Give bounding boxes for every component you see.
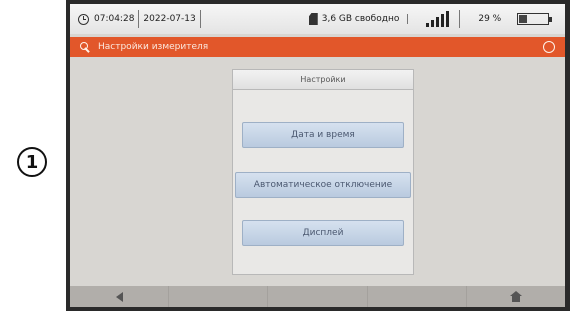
auto-off-button[interactable]: Автоматическое отключение: [235, 172, 411, 198]
battery-level-fill: [519, 15, 528, 23]
page-title: Настройки измерителя: [98, 42, 209, 52]
signal-bar: [426, 23, 430, 27]
signal-icon: [426, 11, 450, 27]
battery-icon: [517, 13, 553, 25]
status-bar: 07:04:28 2022-07-13 3,6 GB свободно 29 %: [70, 4, 565, 34]
status-divider: [199, 10, 201, 28]
status-divider: [138, 10, 140, 28]
signal-bar: [446, 11, 450, 27]
toolbar-slot: [169, 286, 269, 307]
date-time-button[interactable]: Дата и время: [242, 122, 404, 148]
device-screen: 07:04:28 2022-07-13 3,6 GB свободно 29 %…: [70, 4, 565, 307]
status-memory: 3,6 GB свободно: [322, 14, 409, 24]
info-icon[interactable]: [543, 41, 555, 53]
toolbar-slot: [268, 286, 368, 307]
callout-number: 1: [17, 147, 47, 177]
settings-panel: Настройки Дата и время Автоматическое от…: [232, 69, 414, 275]
status-divider: [459, 10, 461, 28]
display-button[interactable]: Дисплей: [242, 220, 404, 246]
title-bar: Настройки измерителя: [70, 37, 565, 57]
battery-percent: 29 %: [478, 14, 502, 24]
signal-bar: [431, 20, 435, 27]
key-icon: [80, 42, 90, 52]
status-time: 07:04:28: [94, 14, 135, 24]
home-button[interactable]: [467, 286, 565, 307]
back-arrow-icon: [115, 291, 123, 302]
toolbar-slot: [368, 286, 467, 307]
panel-header: Настройки: [233, 70, 413, 90]
bottom-toolbar: [70, 286, 565, 307]
status-date: 2022-07-13: [143, 14, 196, 24]
clock-icon: [78, 13, 89, 25]
home-icon: [509, 291, 522, 302]
sd-card-icon: [308, 13, 318, 25]
back-button[interactable]: [70, 286, 170, 307]
signal-bar: [441, 14, 445, 27]
signal-bar: [436, 17, 440, 27]
